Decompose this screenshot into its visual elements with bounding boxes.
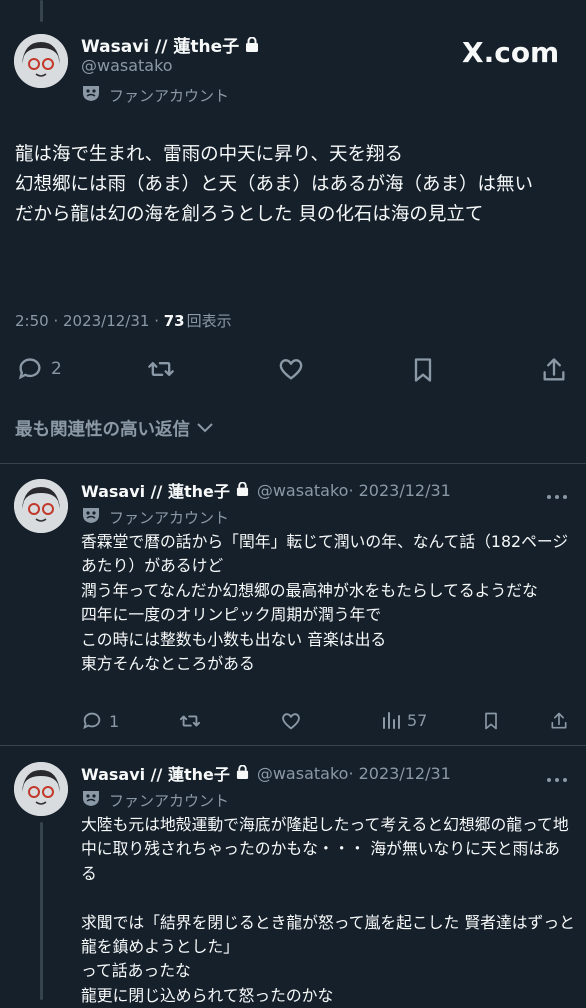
share-button[interactable] [540, 355, 568, 385]
reply-icon [15, 355, 45, 383]
author-name[interactable]: Wasavi // 蓮the子 [81, 32, 259, 57]
bookmark-button[interactable] [481, 710, 501, 732]
retweet-icon [144, 355, 178, 383]
reply-text: 大陸も元は地殻運動で海底が隆起したって考えると幻想郷の龍って地中に取り残されちゃ… [81, 815, 575, 1005]
reply-icon [81, 710, 103, 732]
avatar[interactable] [14, 34, 68, 88]
share-icon [540, 355, 568, 385]
fan-account-label: ファンアカウント [81, 788, 229, 812]
share-button[interactable] [549, 710, 569, 732]
fan-account-label: ファンアカウント [81, 83, 229, 107]
views-button[interactable]: 57 [381, 710, 427, 730]
reply-text: 香霖堂で暦の話から「閏年」転じて潤いの年、なんて話（182ページあたり）があるけ… [81, 532, 569, 674]
view-count: 73 [163, 312, 185, 330]
lock-icon [236, 481, 249, 500]
retweet-button[interactable] [178, 710, 202, 732]
like-button[interactable] [276, 355, 306, 383]
avatar[interactable] [14, 479, 68, 533]
fan-account-text: ファンアカウント [109, 791, 230, 810]
more-icon[interactable] [546, 485, 568, 504]
author-handle[interactable]: @wasatako [81, 56, 173, 75]
sort-dropdown[interactable]: 最も関連性の高い返信 [15, 416, 214, 441]
fan-account-label: ファンアカウント [81, 505, 229, 529]
reply-count: 2 [51, 359, 62, 379]
retweet-button[interactable] [144, 355, 178, 383]
bookmark-icon [481, 710, 501, 732]
reply-author-name[interactable]: Wasavi // 蓮the子 [81, 478, 230, 502]
mask-icon [81, 788, 101, 812]
like-button[interactable] [280, 710, 302, 732]
reply-handle[interactable]: @wasatako [257, 764, 349, 783]
lock-icon [236, 764, 249, 783]
x-logo[interactable]: X.com [462, 36, 559, 69]
share-icon [549, 710, 569, 732]
thread-line [40, 822, 43, 1000]
sort-label[interactable]: 最も関連性の高い返信 [15, 416, 190, 441]
author-name-text[interactable]: Wasavi // 蓮the子 [81, 37, 239, 57]
reply-author-name[interactable]: Wasavi // 蓮the子 [81, 761, 230, 785]
reply-date[interactable]: · 2023/12/31 [348, 764, 450, 783]
lock-icon [245, 36, 259, 57]
analytics-icon [381, 710, 401, 730]
reply-header: Wasavi // 蓮the子 @wasatako · 2023/12/31 [81, 478, 451, 502]
heart-icon [276, 355, 306, 383]
reply-button[interactable]: 1 [81, 710, 119, 732]
reply-date[interactable]: · 2023/12/31 [348, 481, 450, 500]
tweet-meta: 2:50 · 2023/12/31 · 73 回表示 [15, 310, 232, 331]
view-count: 57 [407, 710, 428, 730]
avatar[interactable] [14, 762, 68, 816]
heart-icon [280, 710, 302, 732]
reply-handle[interactable]: @wasatako [257, 481, 349, 500]
fan-account-text: ファンアカウント [109, 86, 230, 105]
tweet-time[interactable]: 2:50 · 2023/12/31 · [15, 312, 164, 330]
bookmark-button[interactable] [409, 355, 437, 385]
more-icon[interactable] [546, 768, 568, 787]
retweet-icon [178, 710, 202, 732]
fan-account-text: ファンアカウント [109, 508, 230, 527]
bookmark-icon [409, 355, 437, 385]
chevron-down-icon [196, 419, 214, 439]
view-label: 回表示 [186, 312, 232, 330]
reply-button[interactable]: 2 [15, 355, 62, 383]
divider [0, 463, 586, 464]
reply-count: 1 [109, 711, 120, 731]
thread-line-top [40, 0, 43, 22]
mask-icon [81, 505, 101, 529]
tweet-text: 龍は海で生まれ、雷雨の中天に昇り、天を翔る 幻想郷には雨（あま）と天（あま）はあ… [15, 144, 534, 225]
reply-header: Wasavi // 蓮the子 @wasatako · 2023/12/31 [81, 761, 451, 785]
mask-icon [81, 83, 101, 107]
divider [0, 745, 586, 746]
